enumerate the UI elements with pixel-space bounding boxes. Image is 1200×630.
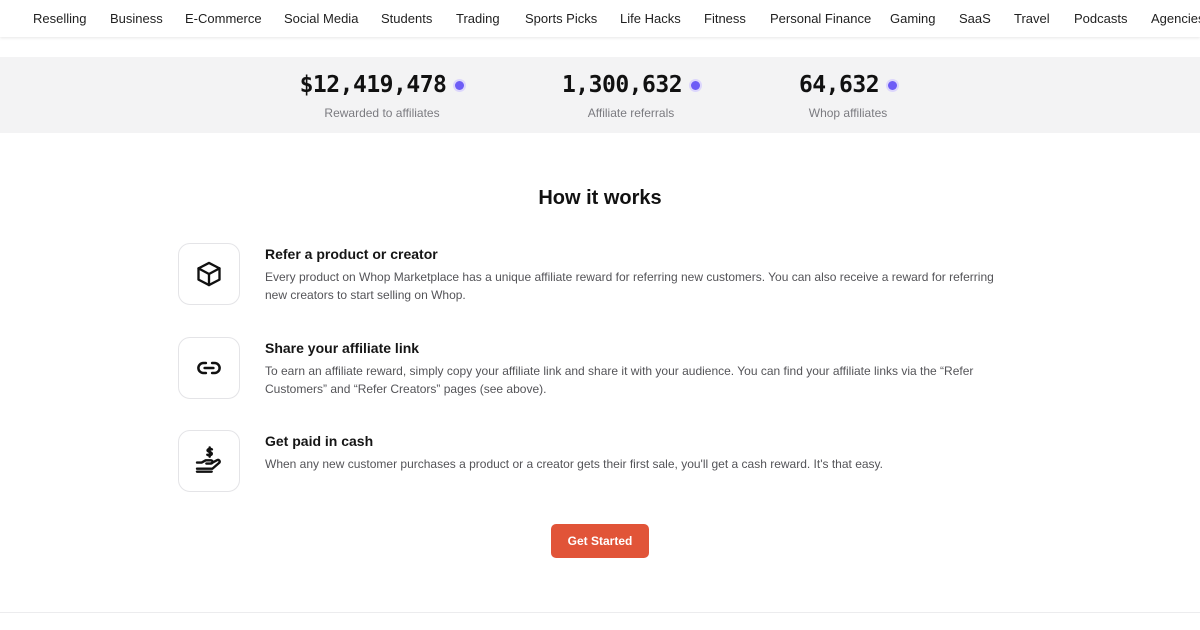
nav-item-sports-picks[interactable]: Sports Picks <box>525 11 597 26</box>
box-icon <box>178 243 240 305</box>
step-title: Refer a product or creator <box>265 246 438 262</box>
stat-rewarded: $12,419,478 Rewarded to affiliates <box>262 72 502 120</box>
step-title: Get paid in cash <box>265 433 374 449</box>
live-indicator-dot <box>691 80 701 90</box>
get-started-button[interactable]: Get Started <box>551 524 649 558</box>
step-refer: Refer a product or creator Every product… <box>178 243 1018 307</box>
link-icon <box>178 337 240 399</box>
category-nav: Reselling Business E-Commerce Social Med… <box>0 0 1200 37</box>
stats-bar: $12,419,478 Rewarded to affiliates 1,300… <box>0 57 1200 133</box>
nav-item-business[interactable]: Business <box>110 11 163 26</box>
live-indicator-dot <box>455 80 465 90</box>
stat-label: Whop affiliates <box>808 106 888 120</box>
stat-referrals: 1,300,632 Affiliate referrals <box>511 72 751 120</box>
nav-item-personal-finance[interactable]: Personal Finance <box>770 11 871 26</box>
nav-item-agencies[interactable]: Agencies <box>1151 11 1200 26</box>
nav-item-reselling[interactable]: Reselling <box>33 11 86 26</box>
step-title: Share your affiliate link <box>265 340 420 356</box>
nav-item-students[interactable]: Students <box>381 11 432 26</box>
footer-divider <box>0 612 1200 613</box>
live-indicator-dot <box>888 80 898 90</box>
step-description: When any new customer purchases a produc… <box>265 457 883 471</box>
stat-value: 64,632 <box>798 72 880 98</box>
stat-value: 1,300,632 <box>561 72 683 98</box>
step-share: Share your affiliate link To earn an aff… <box>178 337 1018 401</box>
nav-item-fitness[interactable]: Fitness <box>704 11 746 26</box>
stat-value: $12,419,478 <box>299 72 447 98</box>
nav-item-social-media[interactable]: Social Media <box>284 11 358 26</box>
step-get-paid: Get paid in cash When any new customer p… <box>178 430 1018 494</box>
nav-item-gaming[interactable]: Gaming <box>890 11 936 26</box>
nav-item-life-hacks[interactable]: Life Hacks <box>620 11 681 26</box>
stat-label: Rewarded to affiliates <box>324 106 440 120</box>
nav-item-saas[interactable]: SaaS <box>959 11 991 26</box>
stat-label: Affiliate referrals <box>587 106 675 120</box>
hand-dollar-icon <box>178 430 240 492</box>
nav-item-travel[interactable]: Travel <box>1014 11 1050 26</box>
nav-item-e-commerce[interactable]: E-Commerce <box>185 11 262 26</box>
step-description: Every product on Whop Marketplace has a … <box>265 270 994 302</box>
nav-item-trading[interactable]: Trading <box>456 11 500 26</box>
stat-affiliates: 64,632 Whop affiliates <box>728 72 968 120</box>
nav-item-podcasts[interactable]: Podcasts <box>1074 11 1127 26</box>
step-description: To earn an affiliate reward, simply copy… <box>265 364 974 396</box>
section-title: How it works <box>538 187 662 209</box>
